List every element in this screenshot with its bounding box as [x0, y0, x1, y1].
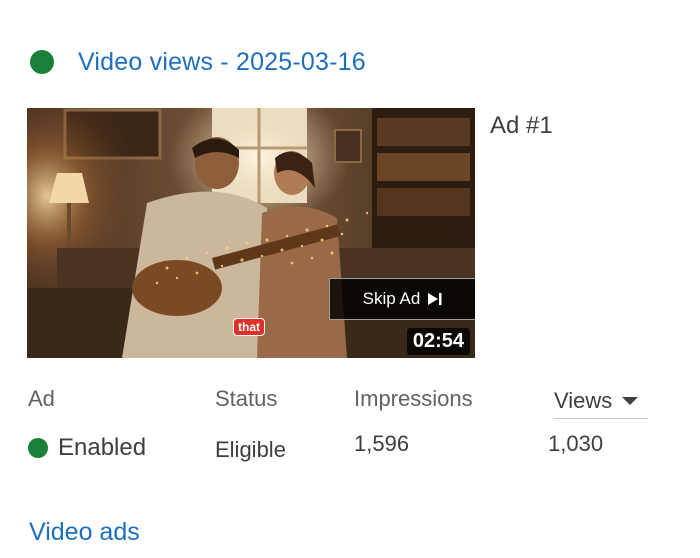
- caption-badge: that: [233, 318, 265, 336]
- views-cell: 1,030: [548, 431, 604, 456]
- ad-number-label: Ad #1: [490, 112, 553, 139]
- video-duration: 02:54: [406, 328, 470, 355]
- column-header-impressions[interactable]: Impressions: [354, 386, 473, 412]
- video-thumbnail[interactable]: Skip Ad that 02:54: [27, 108, 475, 358]
- status-cell: Eligible: [215, 437, 286, 462]
- impressions-cell: 1,596: [354, 431, 410, 456]
- video-ads-link[interactable]: Video ads: [29, 518, 140, 547]
- column-header-status[interactable]: Status: [215, 386, 277, 412]
- column-header-ad[interactable]: Ad: [28, 386, 55, 412]
- skip-ad-button[interactable]: Skip Ad: [329, 278, 475, 320]
- arrow-drop-down-icon[interactable]: [622, 397, 639, 405]
- status-enabled-icon: [30, 50, 54, 74]
- column-header-views-label: Views: [554, 388, 613, 413]
- campaign-title-link[interactable]: Video views - 2025-03-16: [78, 48, 366, 77]
- ad-state-label: Enabled: [58, 434, 147, 461]
- status-enabled-icon: [28, 438, 48, 458]
- skip-ad-label: Skip Ad: [362, 289, 421, 308]
- campaign-header: Video views - 2025-03-16: [30, 40, 366, 84]
- ad-state-cell[interactable]: Enabled: [28, 434, 146, 462]
- skip-next-icon: [428, 293, 442, 305]
- column-header-views[interactable]: Views: [554, 388, 648, 419]
